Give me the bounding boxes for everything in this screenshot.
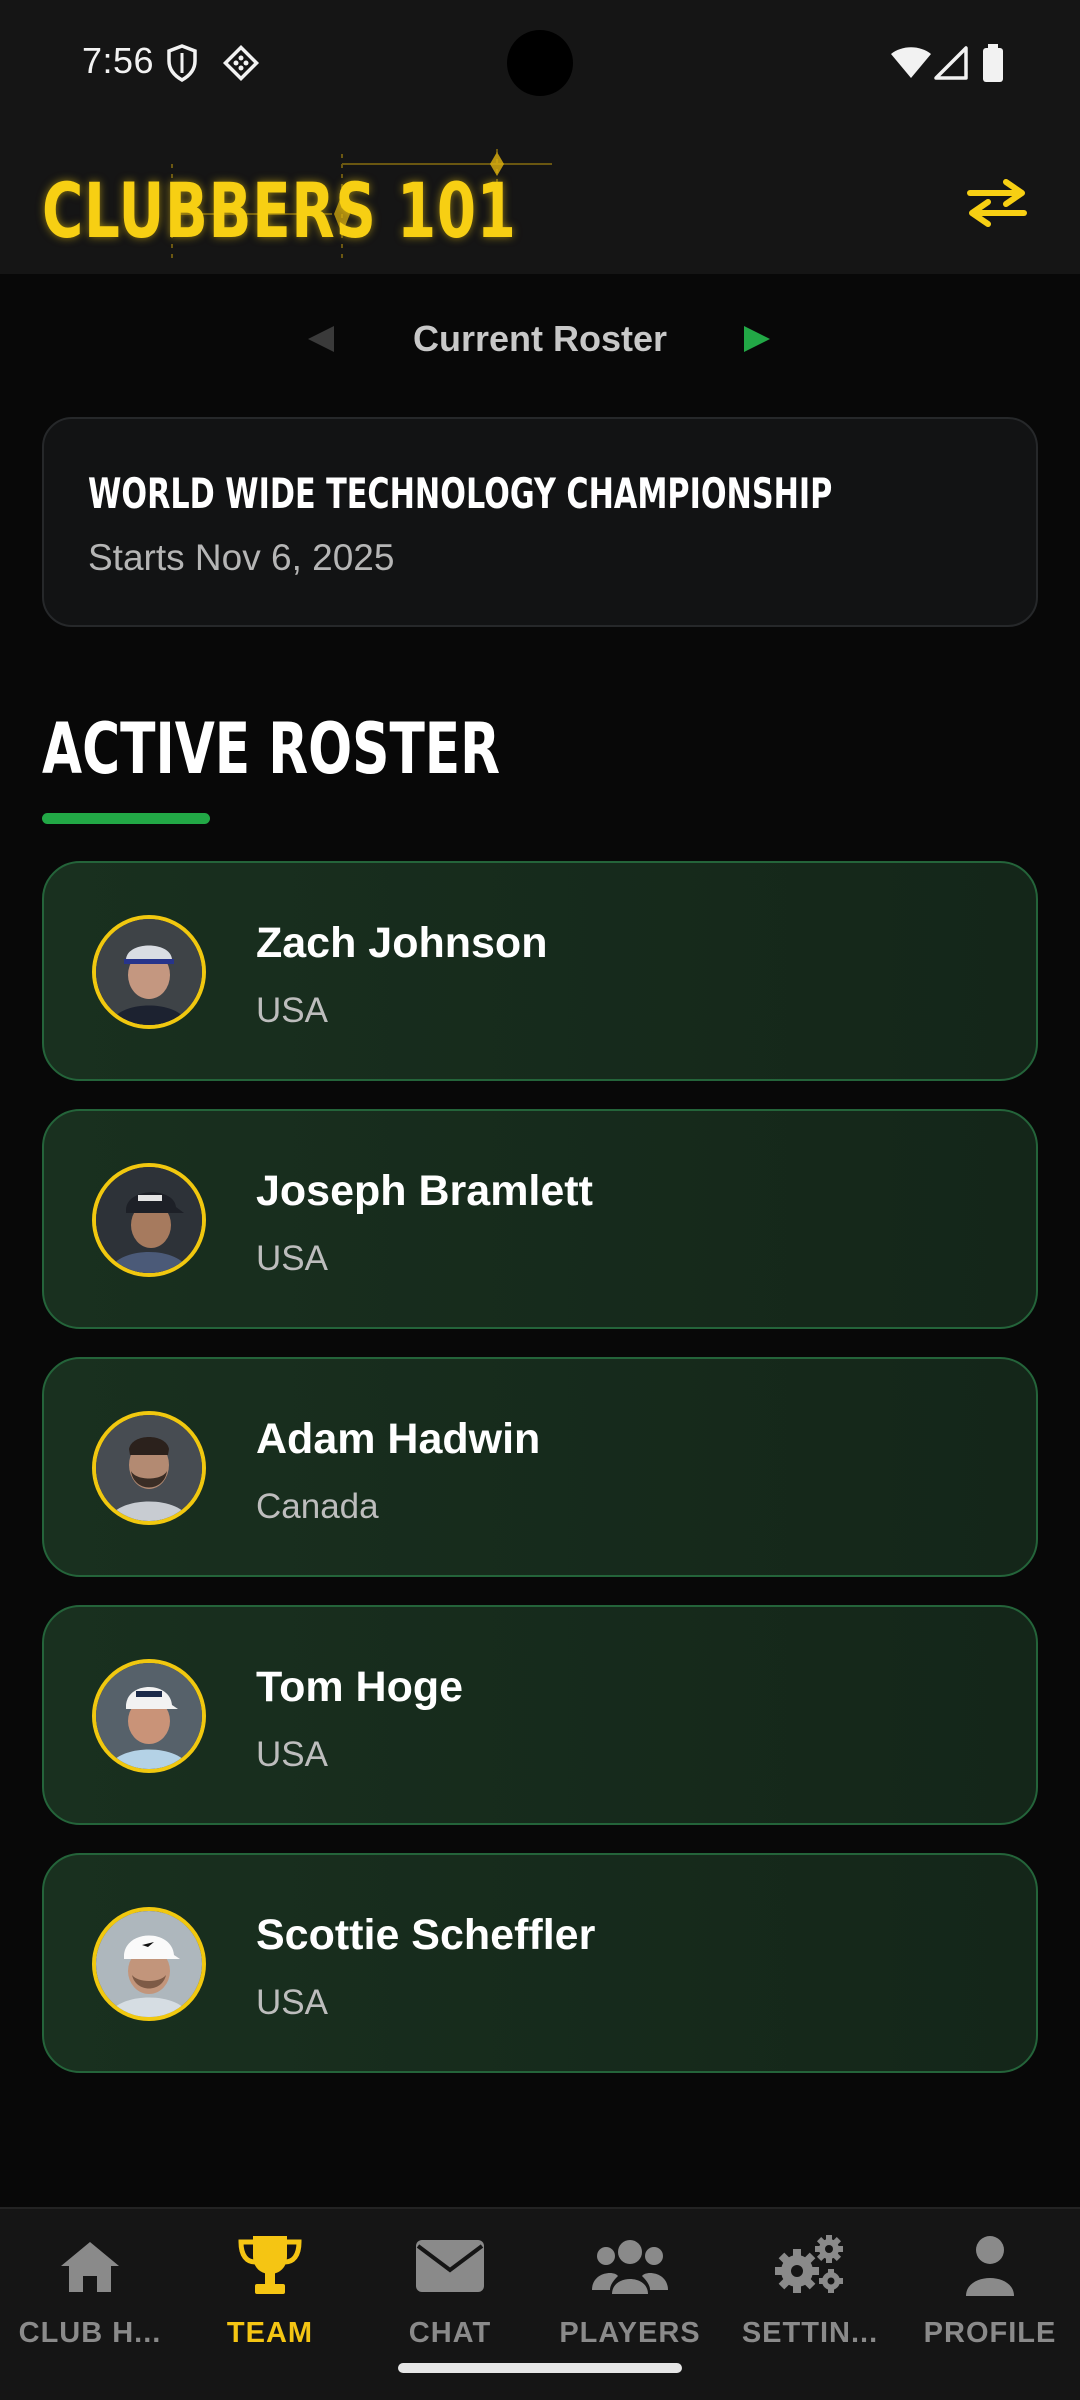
- player-name: Tom Hoge: [256, 1663, 464, 1711]
- signal-icon: [934, 46, 968, 85]
- tab-players[interactable]: PLAYERS: [540, 2209, 720, 2359]
- player-photo: [96, 1415, 202, 1521]
- shield-icon: [166, 44, 198, 87]
- app-screen: 7:56 CLUBBERS 101 Current Roster WORLD W…: [0, 0, 1080, 2400]
- swap-arrows-icon: [967, 179, 1027, 227]
- app-logo: CLUBBERS 101: [42, 144, 562, 264]
- trophy-icon: [230, 2229, 310, 2303]
- home-indicator[interactable]: [398, 2363, 682, 2373]
- player-country: USA: [256, 1735, 328, 1774]
- battery-icon: [982, 44, 1004, 87]
- camera-cutout: [507, 30, 573, 96]
- wifi-icon: [890, 46, 932, 85]
- tournament-card: WORLD WIDE TECHNOLOGY CHAMPIONSHIP Start…: [42, 417, 1038, 627]
- player-list: Zach Johnson USA Joseph Bramlett USA Ada…: [42, 861, 1038, 2101]
- app-notification-icon: [222, 44, 260, 87]
- player-name: Adam Hadwin: [256, 1415, 541, 1463]
- player-card[interactable]: Adam Hadwin Canada: [42, 1357, 1038, 1577]
- tab-profile[interactable]: PROFILE: [900, 2209, 1080, 2359]
- player-card[interactable]: Scottie Scheffler USA: [42, 1853, 1038, 2073]
- section-title: ACTIVE ROSTER: [42, 708, 501, 790]
- tab-chat[interactable]: CHAT: [360, 2209, 540, 2359]
- tab-club-home[interactable]: CLUB H...: [0, 2209, 180, 2359]
- tab-label: SETTIN...: [741, 2317, 879, 2349]
- player-avatar: [92, 1411, 206, 1525]
- triangle-right-icon: [744, 326, 770, 352]
- tournament-name: WORLD WIDE TECHNOLOGY CHAMPIONSHIP: [88, 469, 833, 518]
- gears-icon: [770, 2229, 850, 2303]
- player-photo: [96, 919, 202, 1025]
- player-country: USA: [256, 991, 328, 1030]
- player-card[interactable]: Tom Hoge USA: [42, 1605, 1038, 1825]
- player-country: Canada: [256, 1487, 379, 1526]
- app-header: CLUBBERS 101: [0, 130, 1080, 274]
- player-avatar: [92, 915, 206, 1029]
- user-icon: [950, 2229, 1030, 2303]
- player-name: Joseph Bramlett: [256, 1167, 593, 1215]
- tab-label: PROFILE: [923, 2317, 1057, 2349]
- tab-settings[interactable]: SETTIN...: [720, 2209, 900, 2359]
- player-card[interactable]: Zach Johnson USA: [42, 861, 1038, 1081]
- player-name: Zach Johnson: [256, 919, 548, 967]
- next-roster-button[interactable]: [742, 324, 772, 359]
- player-country: USA: [256, 1983, 328, 2022]
- player-photo: [96, 1663, 202, 1769]
- player-photo: [96, 1911, 202, 2017]
- tournament-date: Starts Nov 6, 2025: [88, 537, 395, 578]
- player-avatar: [92, 1907, 206, 2021]
- tab-label: CLUB H...: [18, 2317, 162, 2349]
- player-card[interactable]: Joseph Bramlett USA: [42, 1109, 1038, 1329]
- status-time: 7:56: [82, 40, 155, 81]
- tab-label: PLAYERS: [559, 2317, 701, 2349]
- envelope-icon: [410, 2229, 490, 2303]
- logo-text: CLUBBERS 101: [42, 166, 517, 255]
- player-avatar: [92, 1163, 206, 1277]
- player-photo: [96, 1167, 202, 1273]
- home-icon: [50, 2229, 130, 2303]
- section-underline: [42, 813, 210, 824]
- tab-label: TEAM: [226, 2317, 314, 2349]
- swap-button[interactable]: [962, 168, 1032, 238]
- tab-team[interactable]: TEAM: [180, 2209, 360, 2359]
- player-name: Scottie Scheffler: [256, 1911, 596, 1959]
- roster-navigator: Current Roster: [0, 300, 1080, 384]
- users-icon: [590, 2229, 670, 2303]
- player-country: USA: [256, 1239, 328, 1278]
- roster-label: Current Roster: [412, 318, 668, 359]
- player-avatar: [92, 1659, 206, 1773]
- status-bar: 7:56: [0, 0, 1080, 130]
- tab-label: CHAT: [408, 2317, 492, 2349]
